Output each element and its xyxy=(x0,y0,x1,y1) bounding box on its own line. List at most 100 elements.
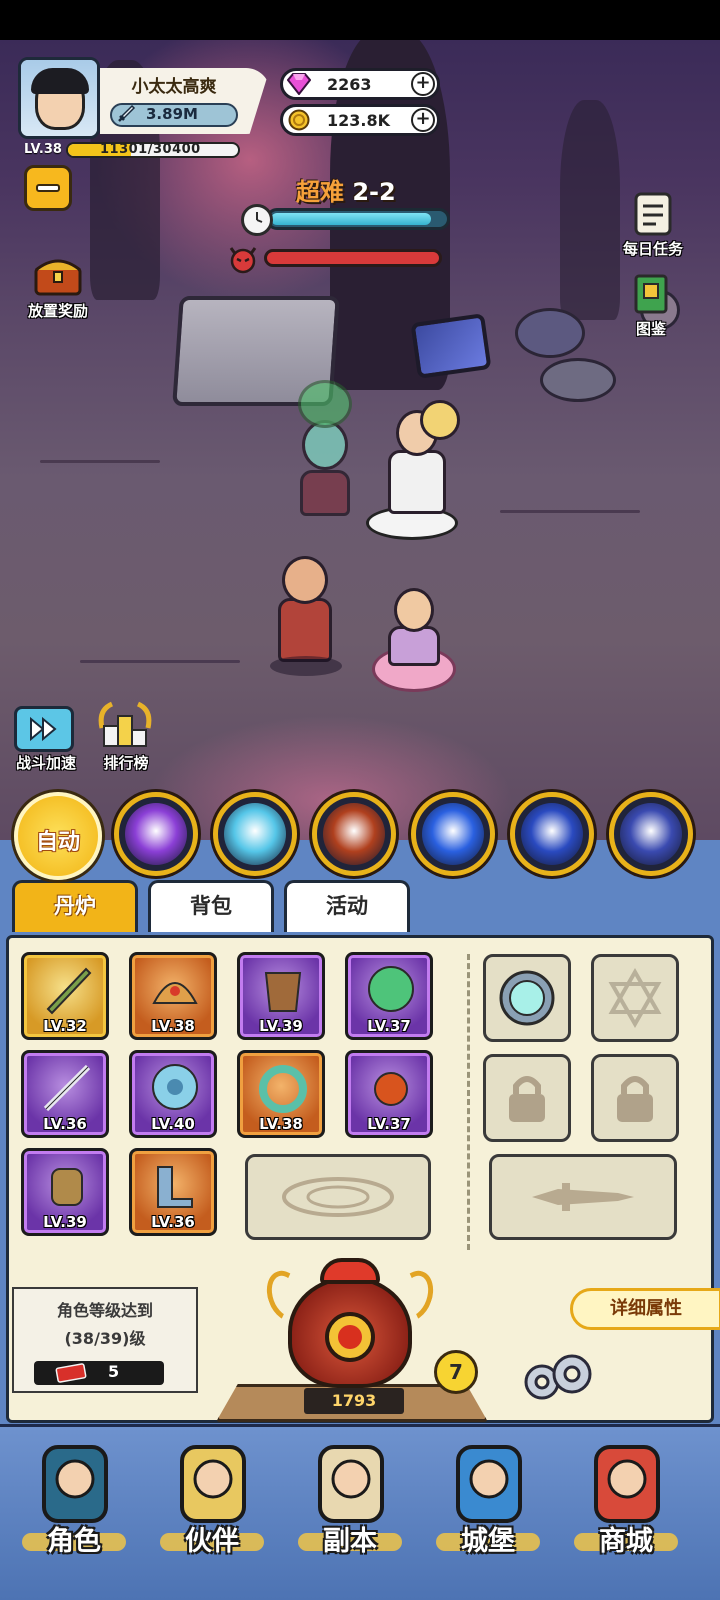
castle-icon xyxy=(456,1445,522,1523)
skill-slot[interactable] xyxy=(114,792,198,876)
lion-beast-icon xyxy=(323,803,385,865)
nav-shop[interactable]: 商城 xyxy=(562,1437,690,1587)
equipment-level: LV.40 xyxy=(151,1115,195,1133)
mirror-slot[interactable] xyxy=(483,954,571,1042)
equipment-slot[interactable]: LV.36 xyxy=(21,1050,109,1138)
blue-comet-icon xyxy=(422,803,484,865)
sword-icon xyxy=(118,104,136,122)
tab-backpack[interactable]: 背包 xyxy=(148,880,274,932)
equipment-level: LV.36 xyxy=(151,1213,195,1231)
codex-label: 图鉴 xyxy=(635,320,666,338)
locked-slot[interactable] xyxy=(483,1054,571,1142)
white-qilin-icon xyxy=(224,803,286,865)
idle-reward-button[interactable]: 放置奖励 xyxy=(18,254,98,322)
nav-label: 商城 xyxy=(599,1526,653,1557)
dragon-orb-icon xyxy=(368,966,414,1012)
hexagram-icon xyxy=(608,968,662,1028)
magic-circle-icon xyxy=(282,1177,394,1217)
yin-yang-emblem-icon xyxy=(325,1312,375,1362)
lock-icon xyxy=(509,1076,545,1122)
nav-label: 伙伴 xyxy=(185,1526,239,1557)
leaderboard-label: 排行榜 xyxy=(103,754,149,772)
stage-timer-bar xyxy=(266,208,450,230)
gear-icon[interactable] xyxy=(514,1348,598,1408)
furnace-lid xyxy=(320,1258,380,1284)
nav-dungeon-scroll[interactable]: 副本 xyxy=(286,1437,414,1587)
daily-task-label: 每日任务 xyxy=(622,240,683,258)
equipment-slot[interactable]: LV.37 xyxy=(345,1050,433,1138)
detail-attributes-button[interactable]: 详细属性 xyxy=(570,1288,720,1330)
star-slot[interactable] xyxy=(591,954,679,1042)
divider xyxy=(467,954,470,1250)
tab-furnace[interactable]: 丹炉 xyxy=(12,880,138,932)
equipment-level: LV.38 xyxy=(151,1017,195,1035)
status-bar xyxy=(0,0,720,40)
partner-icon xyxy=(180,1445,246,1523)
equipment-level: LV.39 xyxy=(43,1213,87,1231)
equipment-slot[interactable]: LV.39 xyxy=(21,1148,109,1236)
enemy-crate xyxy=(410,313,492,379)
nav-character[interactable]: 角色 xyxy=(10,1437,138,1587)
leaderboard-button[interactable] xyxy=(96,700,154,752)
tab-activity[interactable]: 活动 xyxy=(284,880,410,932)
add-gems-button[interactable]: + xyxy=(411,72,435,96)
ground-crack xyxy=(500,510,640,513)
boulder xyxy=(540,358,616,402)
battle-speed-button[interactable] xyxy=(14,706,74,752)
coin-amount: 123.8K xyxy=(327,111,391,130)
gem-amount: 2263 xyxy=(327,75,372,94)
stage-difficulty: 超难 xyxy=(296,178,344,206)
equipment-slot[interactable]: LV.36 xyxy=(129,1148,217,1236)
equipment-slot[interactable]: LV.38 xyxy=(237,1050,325,1138)
battle-speed-label-wrap: 战斗加速 xyxy=(6,752,86,774)
idle-reward-label: 放置奖励 xyxy=(27,302,88,320)
leaderboard-label-wrap: 排行榜 xyxy=(86,752,166,774)
skill-slot[interactable] xyxy=(510,792,594,876)
tab-bar: 丹炉 背包 活动 xyxy=(0,880,720,936)
battle-speed-label: 战斗加速 xyxy=(15,754,76,772)
level-requirement-box: 角色等级达到 (38/39)级 5 xyxy=(12,1287,198,1393)
skill-slot[interactable] xyxy=(609,792,693,876)
furnace-count: 1793 xyxy=(304,1388,404,1414)
nav-partner[interactable]: 伙伴 xyxy=(148,1437,276,1587)
equipment-slot[interactable]: LV.38 xyxy=(129,952,217,1040)
equipment-level: LV.39 xyxy=(259,1017,303,1035)
purple-vortex-icon xyxy=(125,803,187,865)
daily-task-button[interactable]: 每日任务 xyxy=(614,190,692,260)
equipment-slot[interactable]: LV.32 xyxy=(21,952,109,1040)
minus-icon xyxy=(36,184,60,192)
crown-helmet-icon xyxy=(152,982,198,1004)
skill-slot[interactable] xyxy=(213,792,297,876)
equipment-slot[interactable]: LV.40 xyxy=(129,1050,217,1138)
ticket-count: 5 xyxy=(108,1362,120,1381)
coin-counter: 123.8K + xyxy=(280,104,440,136)
fire-pearl-icon xyxy=(374,1072,408,1106)
spear-icon xyxy=(43,1064,91,1112)
water-drops-icon xyxy=(521,803,583,865)
skill-slot[interactable] xyxy=(411,792,495,876)
ground-crack xyxy=(80,660,240,663)
menu-button[interactable] xyxy=(24,165,72,211)
requirement-line2: (38/39)级 xyxy=(64,1329,146,1348)
formation-slot[interactable] xyxy=(245,1154,431,1240)
shop-icon xyxy=(594,1445,660,1523)
character-icon xyxy=(42,1445,108,1523)
add-coins-button[interactable]: + xyxy=(411,108,435,132)
jade-ring-icon xyxy=(259,1065,307,1113)
weapon-slot[interactable] xyxy=(489,1154,677,1240)
nav-castle[interactable]: 城堡 xyxy=(424,1437,552,1587)
jade-sword-icon xyxy=(46,967,92,1015)
skill-slot[interactable] xyxy=(312,792,396,876)
codex-button[interactable]: 图鉴 xyxy=(616,272,686,342)
player-avatar[interactable] xyxy=(18,57,100,139)
lock-icon xyxy=(617,1076,653,1122)
equipment-slot[interactable]: LV.39 xyxy=(237,952,325,1040)
power-value: 3.89M xyxy=(146,105,198,123)
treasure-chest-icon xyxy=(34,259,82,296)
locked-slot[interactable] xyxy=(591,1054,679,1142)
furnace-level-badge[interactable]: 7 xyxy=(434,1350,478,1394)
shadow xyxy=(270,656,342,676)
bracer-icon xyxy=(51,1168,83,1206)
jade-disc-icon xyxy=(152,1064,198,1110)
equipment-slot[interactable]: LV.37 xyxy=(345,952,433,1040)
